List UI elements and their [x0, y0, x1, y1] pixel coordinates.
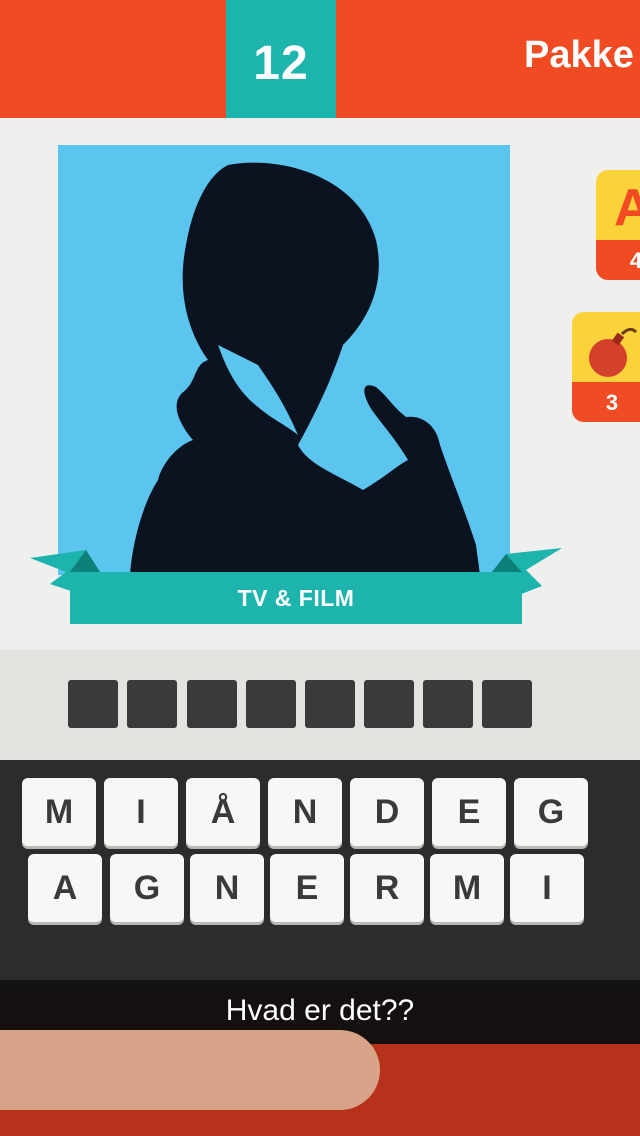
ribbon-band: TV & FILM: [70, 572, 522, 624]
bomb-icon: [589, 327, 638, 377]
letter-key[interactable]: E: [432, 778, 506, 846]
letter-key[interactable]: Å: [186, 778, 260, 846]
answer-slot[interactable]: [127, 680, 177, 728]
reveal-letter-hint-button[interactable]: A 4: [596, 170, 640, 280]
level-number: 12: [253, 37, 309, 90]
top-bar: 12 Pakke: [0, 0, 640, 132]
answer-slot[interactable]: [482, 680, 532, 728]
answer-slot[interactable]: [364, 680, 414, 728]
answer-slot[interactable]: [305, 680, 355, 728]
letter-keyboard: M I Å N D E G A G N E R M I: [0, 760, 640, 990]
silhouette-image: [130, 162, 480, 575]
letter-key[interactable]: M: [22, 778, 96, 846]
answer-slot[interactable]: [68, 680, 118, 728]
letter-hint-icon: A: [614, 179, 640, 237]
bomb-hint-button[interactable]: 3: [572, 312, 640, 422]
letter-key[interactable]: G: [110, 854, 184, 922]
letter-key[interactable]: M: [430, 854, 504, 922]
game-screen: 12 Pakke TV & FILM A 4 3 M I Å N D E G A…: [0, 0, 640, 1136]
answer-area: [0, 650, 640, 760]
silhouette-picture: [58, 145, 510, 575]
caption-text: Hvad er det??: [225, 994, 415, 1027]
pack-label[interactable]: Pakke: [524, 34, 634, 77]
finger: [0, 1030, 380, 1110]
letter-key[interactable]: I: [510, 854, 584, 922]
letter-key[interactable]: N: [268, 778, 342, 846]
letter-key[interactable]: A: [28, 854, 102, 922]
letter-key[interactable]: E: [270, 854, 344, 922]
category-label: TV & FILM: [237, 585, 355, 611]
answer-slot[interactable]: [246, 680, 296, 728]
letter-key[interactable]: D: [350, 778, 424, 846]
letter-key[interactable]: N: [190, 854, 264, 922]
bomb-count: 3: [605, 390, 619, 415]
answer-slot[interactable]: [187, 680, 237, 728]
letter-key[interactable]: G: [514, 778, 588, 846]
hint-count: 4: [629, 248, 640, 273]
letter-key[interactable]: I: [104, 778, 178, 846]
level-flag: 12: [226, 0, 336, 132]
letter-key[interactable]: R: [350, 854, 424, 922]
category-ribbon: TV & FILM: [30, 544, 562, 628]
answer-slot[interactable]: [423, 680, 473, 728]
